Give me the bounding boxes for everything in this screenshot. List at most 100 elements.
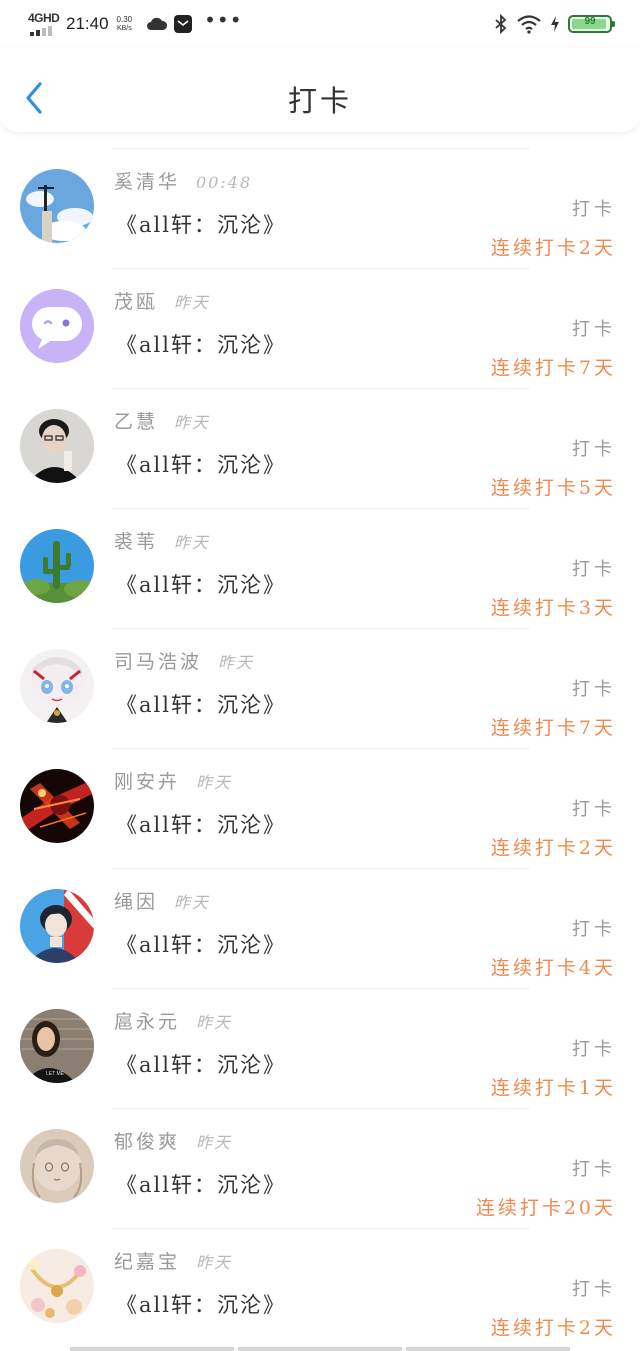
status-left: 4GHD 21:40 0.30 KB/s ••• — [28, 10, 243, 38]
book-title[interactable]: 《all轩：沉沦》 — [116, 1289, 286, 1319]
avatar[interactable] — [20, 529, 94, 603]
checkin-action-label: 打卡 — [572, 559, 616, 580]
streak-label: 连续打卡2天 — [490, 837, 616, 859]
network-indicator: 4GHD — [28, 11, 60, 37]
streak-label: 连续打卡7天 — [490, 717, 616, 739]
streak-label: 连续打卡5天 — [490, 477, 616, 499]
user-name[interactable]: 绳因 — [114, 891, 158, 913]
book-title[interactable]: 《all轩：沉沦》 — [116, 929, 286, 959]
network-speed: 0.30 KB/s — [117, 15, 133, 33]
list-item[interactable]: 郁俊爽 昨天《all轩：沉沦》 打卡连续打卡20天 — [0, 1109, 640, 1229]
checkin-time: 昨天 — [196, 1133, 233, 1152]
bluetooth-icon — [495, 14, 507, 34]
streak-label: 连续打卡1天 — [490, 1077, 616, 1099]
avatar[interactable] — [20, 769, 94, 843]
avatar[interactable] — [20, 889, 94, 963]
avatar[interactable]: LET ME — [20, 1009, 94, 1083]
user-name[interactable]: 裘苇 — [114, 531, 158, 553]
user-name-line: 司马浩波 昨天 — [114, 647, 254, 674]
streak-label: 连续打卡2天 — [490, 1317, 616, 1339]
streak-label: 连续打卡7天 — [490, 357, 616, 379]
weather-cloud-icon — [146, 16, 168, 32]
charging-icon — [551, 16, 559, 32]
user-name-line: 纪嘉宝 昨天 — [114, 1247, 232, 1274]
avatar[interactable] — [20, 409, 94, 483]
network-speed-unit: KB/s — [116, 25, 132, 32]
battery-cap — [612, 21, 615, 27]
mail-icon — [174, 15, 193, 33]
user-name[interactable]: 奚清华 — [114, 171, 180, 193]
list-item[interactable]: 乙慧 昨天《all轩：沉沦》 打卡连续打卡5天 — [0, 389, 640, 509]
user-name-line: 茂瓯 昨天 — [114, 287, 210, 314]
user-name-line: 奚清华 00:48 — [114, 167, 252, 194]
status-time: 21:40 — [66, 14, 109, 33]
battery-text: 99 — [584, 16, 596, 27]
network-speed-value: 0.30 — [116, 15, 133, 24]
user-name-line: 乙慧 昨天 — [114, 407, 210, 434]
streak-label: 连续打卡4天 — [490, 957, 616, 979]
book-title[interactable]: 《all轩：沉沦》 — [116, 449, 286, 479]
checkin-action-label: 打卡 — [572, 1159, 616, 1180]
network-label: 4GHD — [28, 11, 60, 25]
streak-label: 连续打卡2天 — [490, 237, 616, 259]
checkin-action-label: 打卡 — [572, 319, 616, 340]
book-title[interactable]: 《all轩：沉沦》 — [116, 569, 286, 599]
list-item[interactable]: 绳因 昨天《all轩：沉沦》 打卡连续打卡4天 — [0, 869, 640, 989]
user-name-line: 扈永元 昨天 — [114, 1007, 232, 1034]
page-title: 打卡 — [287, 84, 352, 118]
checkin-action-label: 打卡 — [572, 439, 616, 460]
list-item[interactable]: 刚安卉 昨天《all轩：沉沦》 打卡连续打卡2天 — [0, 749, 640, 869]
battery-icon: 99 — [568, 15, 615, 33]
header: 打卡 — [0, 48, 640, 132]
svg-text:LET ME: LET ME — [46, 1071, 65, 1077]
checkin-time: 昨天 — [196, 1013, 233, 1032]
status-right: 99 — [494, 12, 615, 36]
list-item[interactable]: 奚清华 00:48 《all轩：沉沦》 打卡 连续打卡2天 — [0, 149, 640, 269]
checkin-action-label: 打卡 — [572, 919, 616, 940]
checkin-time: 昨天 — [196, 773, 233, 792]
checkin-action-label: 打卡 — [572, 679, 616, 700]
book-title[interactable]: 《all轩：沉沦》 — [116, 209, 286, 239]
user-name[interactable]: 郁俊爽 — [114, 1131, 180, 1153]
book-title[interactable]: 《all轩：沉沦》 — [116, 1049, 286, 1079]
checkin-time: 昨天 — [174, 893, 211, 912]
list-item[interactable]: 司马浩波 昨天《all轩：沉沦》 打卡连续打卡7天 — [0, 629, 640, 749]
checkin-action-label: 打卡 — [572, 799, 616, 820]
user-name[interactable]: 扈永元 — [114, 1011, 180, 1033]
streak-label: 连续打卡20天 — [475, 1197, 616, 1219]
book-title[interactable]: 《all轩：沉沦》 — [116, 809, 286, 839]
book-title[interactable]: 《all轩：沉沦》 — [116, 689, 286, 719]
book-title[interactable]: 《all轩：沉沦》 — [116, 329, 286, 359]
list-item[interactable]: LET ME 扈永元 昨天《all轩：沉沦》 打卡连续打卡1天 — [0, 989, 640, 1109]
signal-icon — [30, 26, 52, 36]
list-item[interactable]: 纪嘉宝 昨天《all轩：沉沦》 打卡连续打卡2天 — [0, 1229, 640, 1349]
user-name[interactable]: 乙慧 — [114, 411, 158, 433]
checkin-action-label: 打卡 — [572, 1279, 616, 1300]
checkin-time: 昨天 — [174, 533, 211, 552]
book-title[interactable]: 《all轩：沉沦》 — [116, 1169, 286, 1199]
avatar[interactable] — [20, 289, 94, 363]
user-name[interactable]: 刚安卉 — [114, 771, 180, 793]
user-name[interactable]: 纪嘉宝 — [114, 1251, 180, 1273]
user-name-line: 绳因 昨天 — [114, 887, 210, 914]
list-item[interactable]: 茂瓯 昨天《all轩：沉沦》 打卡连续打卡7天 — [0, 269, 640, 389]
avatar[interactable] — [20, 169, 94, 243]
checkin-time: 昨天 — [174, 293, 211, 312]
checkin-time: 昨天 — [174, 413, 211, 432]
checkin-action-label: 打卡 — [572, 1039, 616, 1060]
more-dots-icon: ••• — [204, 8, 243, 32]
user-name-line: 裘苇 昨天 — [114, 527, 210, 554]
user-name[interactable]: 茂瓯 — [114, 291, 158, 313]
wifi-icon — [517, 15, 541, 34]
user-name-line: 刚安卉 昨天 — [114, 767, 232, 794]
user-name[interactable]: 司马浩波 — [114, 651, 202, 673]
streak-label: 连续打卡3天 — [490, 597, 616, 619]
avatar[interactable] — [20, 649, 94, 723]
checkin-time: 昨天 — [196, 1253, 233, 1272]
list-item[interactable]: 裘苇 昨天《all轩：沉沦》 打卡连续打卡3天 — [0, 509, 640, 629]
checkin-time: 昨天 — [218, 653, 255, 672]
bottom-handle — [70, 1347, 570, 1351]
avatar[interactable] — [20, 1129, 94, 1203]
avatar[interactable] — [20, 1249, 94, 1323]
status-bar: 4GHD 21:40 0.30 KB/s ••• 99 — [0, 0, 640, 48]
